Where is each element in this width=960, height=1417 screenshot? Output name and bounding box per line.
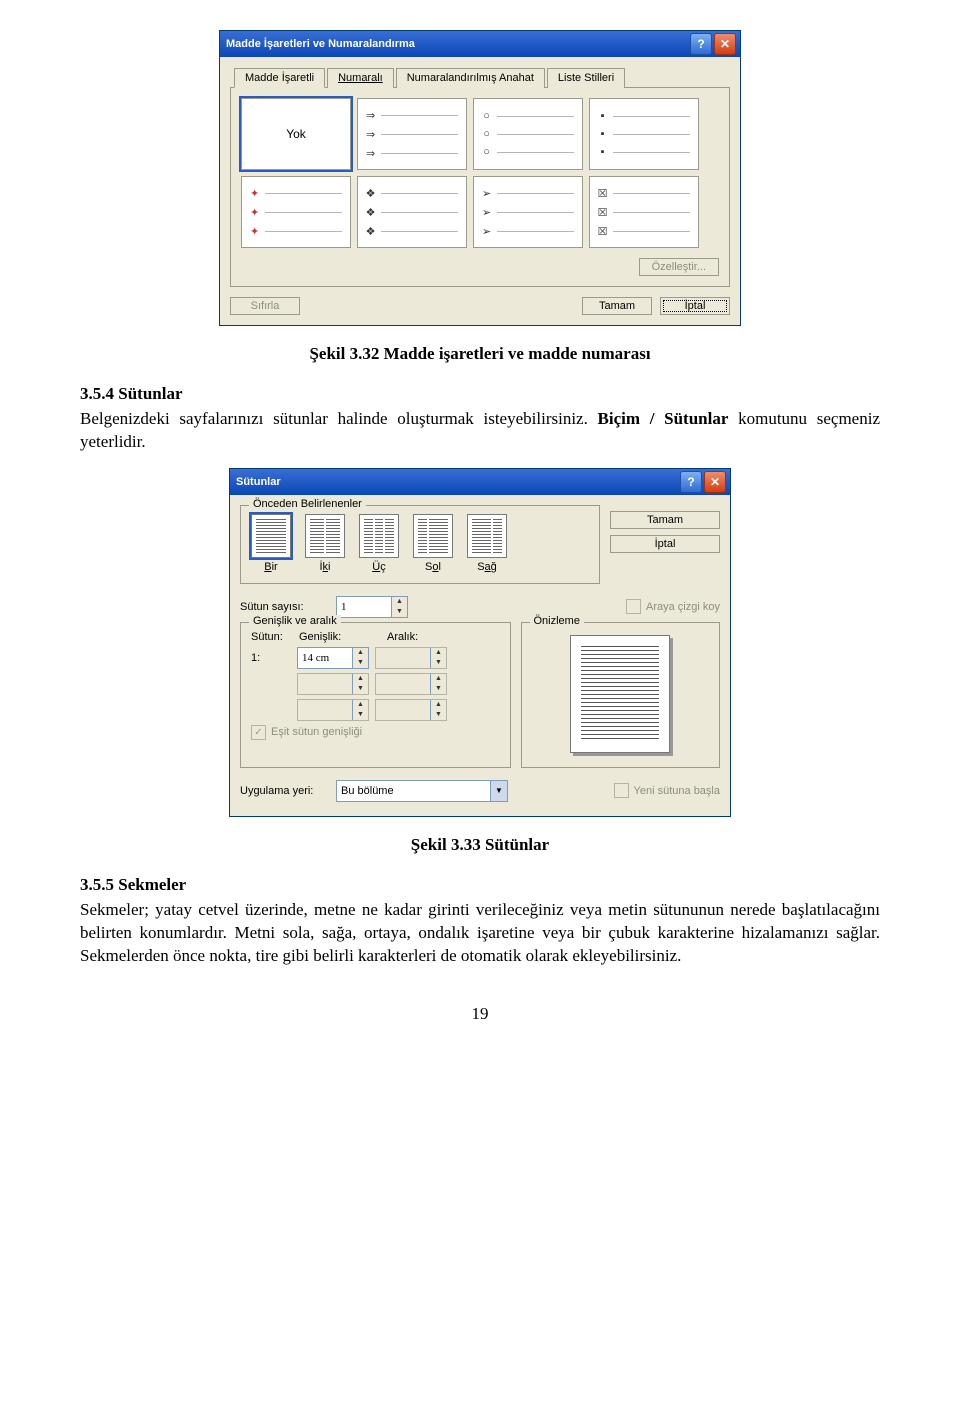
bullet-style-square[interactable]: ▪ ▪ ▪ (589, 98, 699, 170)
ok-button[interactable]: Tamam (582, 297, 652, 315)
dialog1-titlebar: Madde İşaretleri ve Numaralandırma ? ✕ (220, 31, 740, 57)
figure-caption-2: Şekil 3.33 Sütünlar (80, 835, 880, 855)
preset-two[interactable]: İki (305, 514, 345, 573)
dialog2-title: Sütunlar (236, 476, 678, 488)
preset-three[interactable]: Üç (359, 514, 399, 573)
page-number: 19 (80, 1004, 880, 1024)
tab-outline[interactable]: Numaralandırılmış Anahat (396, 68, 545, 88)
preview-fieldset: Önizleme (521, 622, 721, 768)
width-spinner-1[interactable]: ▲▼ (297, 647, 369, 669)
close-button[interactable]: ✕ (714, 33, 736, 55)
section-355-body: Sekmeler; yatay cetvel üzerinde, metne n… (80, 899, 880, 968)
equal-width-checkbox: ✓Eşit sütun genişliği (251, 725, 362, 740)
help-button[interactable]: ? (690, 33, 712, 55)
chevron-down-icon[interactable]: ▼ (490, 781, 507, 801)
dialog2-titlebar: Sütunlar ? ✕ (230, 469, 730, 495)
help-button[interactable]: ? (680, 471, 702, 493)
figure-columns-dialog: Sütunlar ? ✕ Önceden Belirlenenler Bir (80, 468, 880, 817)
section-354-title: 3.5.4 Sütunlar (80, 384, 880, 404)
col-count-input[interactable] (337, 597, 391, 617)
presets-fieldset: Önceden Belirlenenler Bir İki (240, 505, 600, 584)
bullet-style-grid: Yok ⇒ ⇒ ⇒ ○ ○ ○ ▪ ▪ (241, 98, 719, 248)
preset-one[interactable]: Bir (251, 514, 291, 573)
figure-caption-1: Şekil 3.32 Madde işaretleri ve madde num… (80, 344, 880, 364)
line-between-checkbox: Araya çizgi koy (626, 599, 720, 614)
bullet-style-check[interactable]: ☒ ☒ ☒ (589, 176, 699, 248)
ok-button[interactable]: Tamam (610, 511, 720, 529)
figure-bullets-dialog: Madde İşaretleri ve Numaralandırma ? ✕ M… (80, 30, 880, 326)
preset-left[interactable]: Sol (413, 514, 453, 573)
cancel-button[interactable]: İptal (610, 535, 720, 553)
bullet-style-tri[interactable]: ➢ ➢ ➢ (473, 176, 583, 248)
col-count-spinner[interactable]: ▲▼ (336, 596, 408, 618)
close-button[interactable]: ✕ (704, 471, 726, 493)
cancel-button[interactable]: İptal (660, 297, 730, 315)
width-fieldset: Genişlik ve aralık Sütun: Genişlik: Aral… (240, 622, 511, 768)
dialog1-tabs: Madde İşaretli Numaralı Numaralandırılmı… (230, 67, 730, 88)
section-354-body: Belgenizdeki sayfalarınızı sütunlar hali… (80, 408, 880, 454)
reset-button[interactable]: Sıfırla (230, 297, 300, 315)
bullet-style-circle[interactable]: ○ ○ ○ (473, 98, 583, 170)
preview-page (570, 635, 670, 753)
preset-right[interactable]: Sağ (467, 514, 507, 573)
spin-up-icon[interactable]: ▲ (392, 597, 407, 607)
start-new-column-checkbox: Yeni sütuna başla (614, 783, 720, 798)
customize-button[interactable]: Özelleştir... (639, 258, 719, 276)
apply-to-dropdown[interactable]: Bu bölüme ▼ (336, 780, 508, 802)
apply-to-label: Uygulama yeri: (240, 785, 330, 797)
bullet-style-4[interactable]: ✦ ✦ ✦ (241, 176, 351, 248)
width-spinner-2: ▲▼ (297, 673, 369, 695)
col-count-label: Sütun sayısı: (240, 601, 330, 613)
tab-numbered[interactable]: Numaralı (327, 68, 394, 88)
spin-down-icon[interactable]: ▼ (392, 607, 407, 617)
tab-list-styles[interactable]: Liste Stilleri (547, 68, 625, 88)
spacing-spinner-3: ▲▼ (375, 699, 447, 721)
spacing-spinner-1: ▲▼ (375, 647, 447, 669)
bullet-style-arrow[interactable]: ⇒ ⇒ ⇒ (357, 98, 467, 170)
row1-col-label: 1: (251, 652, 291, 664)
width-spinner-3: ▲▼ (297, 699, 369, 721)
bullet-none[interactable]: Yok (241, 98, 351, 170)
spacing-spinner-2: ▲▼ (375, 673, 447, 695)
tab-bulleted[interactable]: Madde İşaretli (234, 68, 325, 88)
dialog1-title: Madde İşaretleri ve Numaralandırma (226, 38, 688, 50)
section-355-title: 3.5.5 Sekmeler (80, 875, 880, 895)
bullet-style-diamond[interactable]: ❖ ❖ ❖ (357, 176, 467, 248)
